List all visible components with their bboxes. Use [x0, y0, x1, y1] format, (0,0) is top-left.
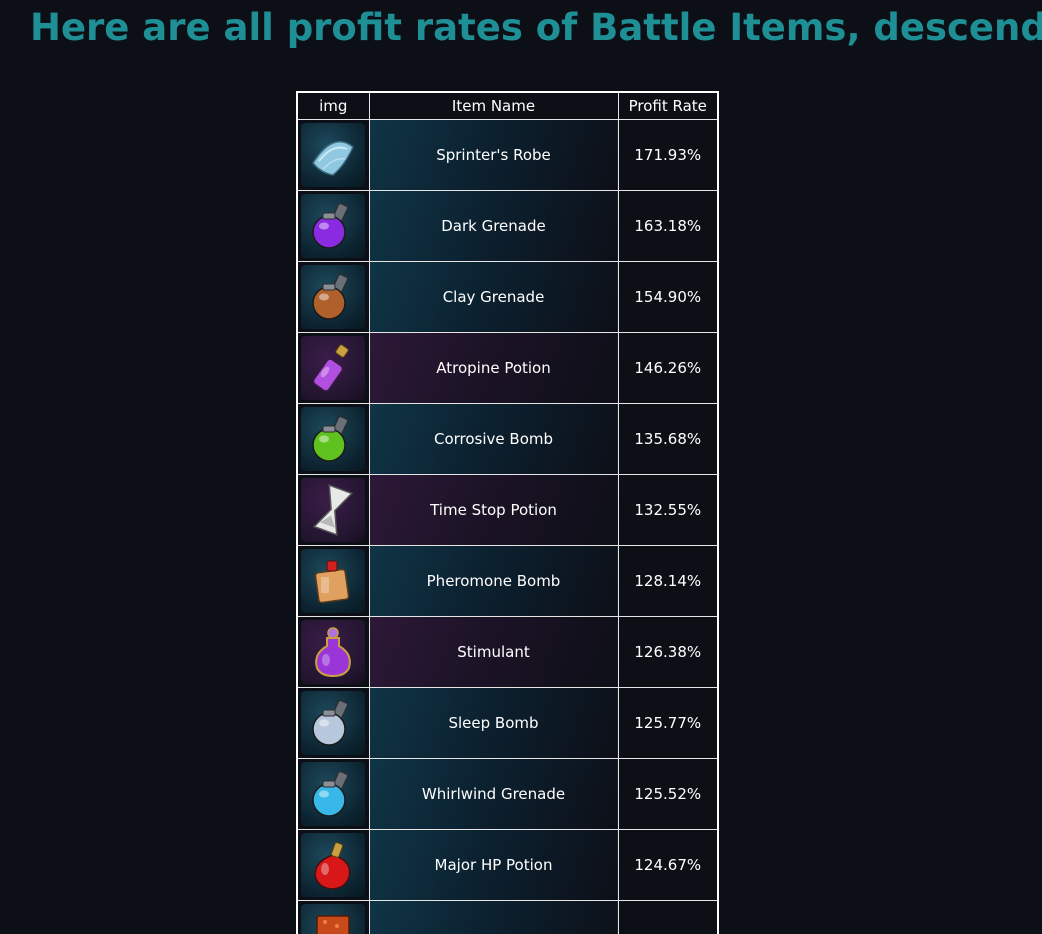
robe-icon — [301, 123, 366, 187]
table-row: Pheromone Bomb 128.14% — [296, 545, 719, 617]
table-row: Sprinter's Robe 171.93% — [296, 119, 719, 191]
flask-icon — [301, 620, 366, 684]
grenade-icon — [301, 762, 366, 826]
hp-potion-icon — [301, 833, 366, 897]
table-row: Corrosive Bomb 135.68% — [296, 403, 719, 475]
header-img: img — [296, 91, 370, 120]
item-name-cell: Sprinter's Robe — [368, 119, 619, 191]
header-item-name: Item Name — [368, 91, 619, 120]
item-image-cell — [296, 190, 370, 262]
item-name-cell: Major HP Potion — [368, 829, 619, 901]
grenade-icon — [301, 265, 366, 329]
profit-rate-cell: 146.26% — [617, 332, 719, 404]
item-name-cell: Atropine Potion — [368, 332, 619, 404]
item-name-cell: Pheromone Bomb — [368, 545, 619, 617]
profit-rate-cell — [617, 900, 719, 934]
profit-rate-cell: 125.52% — [617, 758, 719, 830]
table-row — [296, 900, 719, 934]
profit-rate-cell: 163.18% — [617, 190, 719, 262]
item-image-cell — [296, 829, 370, 901]
table-row: Clay Grenade 154.90% — [296, 261, 719, 333]
potion-icon — [301, 336, 366, 400]
hourglass-icon — [301, 478, 366, 542]
item-image-cell — [296, 616, 370, 688]
item-icon — [301, 904, 366, 934]
item-name-cell: Sleep Bomb — [368, 687, 619, 759]
grenade-icon — [301, 407, 366, 471]
item-name-cell: Stimulant — [368, 616, 619, 688]
item-image-cell — [296, 687, 370, 759]
table-header-row: img Item Name Profit Rate — [296, 91, 719, 120]
item-name-cell: Time Stop Potion — [368, 474, 619, 546]
item-name-cell: Corrosive Bomb — [368, 403, 619, 475]
item-image-cell — [296, 474, 370, 546]
table-row: Stimulant 126.38% — [296, 616, 719, 688]
header-profit-rate: Profit Rate — [617, 91, 719, 120]
profit-rate-cell: 135.68% — [617, 403, 719, 475]
bottle-icon — [301, 549, 366, 613]
page: Here are all profit rates of Battle Item… — [0, 0, 1042, 934]
item-image-cell — [296, 332, 370, 404]
table-row: Time Stop Potion 132.55% — [296, 474, 719, 546]
item-image-cell — [296, 758, 370, 830]
table-row: Major HP Potion 124.67% — [296, 829, 719, 901]
item-image-cell — [296, 119, 370, 191]
table-row: Atropine Potion 146.26% — [296, 332, 719, 404]
item-image-cell — [296, 403, 370, 475]
profit-rate-cell: 125.77% — [617, 687, 719, 759]
profit-rate-cell: 128.14% — [617, 545, 719, 617]
profit-rate-cell: 171.93% — [617, 119, 719, 191]
item-name-cell: Dark Grenade — [368, 190, 619, 262]
table-body: Sprinter's Robe 171.93% Dark Grenade 163.18… — [296, 119, 719, 934]
grenade-icon — [301, 194, 366, 258]
profit-rate-cell: 132.55% — [617, 474, 719, 546]
profit-rate-cell: 154.90% — [617, 261, 719, 333]
table-row: Dark Grenade 163.18% — [296, 190, 719, 262]
profit-rate-cell: 124.67% — [617, 829, 719, 901]
grenade-icon — [301, 691, 366, 755]
profit-rate-cell: 126.38% — [617, 616, 719, 688]
item-image-cell — [296, 545, 370, 617]
item-image-cell — [296, 900, 370, 934]
item-name-cell — [368, 900, 619, 934]
page-title: Here are all profit rates of Battle Item… — [30, 6, 1042, 49]
item-name-cell: Clay Grenade — [368, 261, 619, 333]
table-row: Sleep Bomb 125.77% — [296, 687, 719, 759]
item-name-cell: Whirlwind Grenade — [368, 758, 619, 830]
profit-rate-table: img Item Name Profit Rate Sprinter's Rob… — [296, 91, 719, 934]
table-row: Whirlwind Grenade 125.52% — [296, 758, 719, 830]
item-image-cell — [296, 261, 370, 333]
